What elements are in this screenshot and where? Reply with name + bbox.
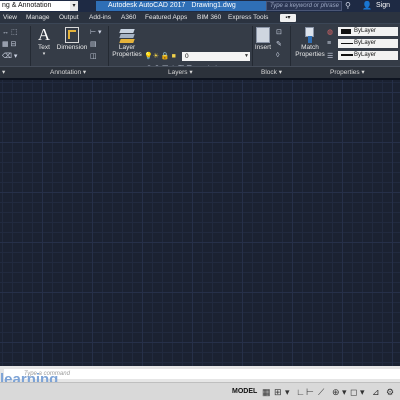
document-name: Drawing1.dwg	[191, 2, 236, 9]
ribbon-panel-titles: ▾ Annotation ▾ Layers ▾ Block ▾ Properti…	[0, 66, 400, 78]
layer-dropdown[interactable]: 0 ▼	[182, 52, 250, 61]
sign-in-link[interactable]: Sign	[376, 1, 400, 11]
dynamic-input-icon[interactable]: ⊢	[306, 386, 314, 398]
linetype-sample	[341, 54, 353, 56]
color-wheel-icon[interactable]: ◍	[327, 28, 333, 36]
polar-dropdown-icon[interactable]: ▾	[342, 386, 347, 398]
array-tool-icon[interactable]: ▦ ⊟	[2, 40, 16, 48]
lineweight-sample	[341, 43, 353, 44]
text-button[interactable]: A Text ▾	[34, 26, 54, 58]
layer-properties-label-1: Layer	[118, 44, 136, 51]
tab-a360[interactable]: A360	[121, 12, 136, 24]
edit-block-icon[interactable]: ✎	[276, 40, 282, 48]
insert-block-icon	[256, 27, 270, 43]
lineweight-icon[interactable]: ≡	[327, 40, 331, 47]
grid-icon[interactable]: ▦	[262, 386, 271, 398]
layer-current-value: 0	[185, 53, 189, 60]
search-input[interactable]: Type a keyword or phrase	[266, 1, 342, 11]
text-icon: A	[37, 25, 51, 44]
leader-icon[interactable]: ⊢ ▾	[90, 28, 102, 36]
title-bar: ng & Annotation ▾ Autodesk AutoCAD 2017 …	[0, 0, 400, 12]
annotation-scale-icon[interactable]: ⊿	[372, 386, 380, 398]
osnap-dropdown-icon[interactable]: ▾	[360, 386, 365, 398]
tab-manage[interactable]: Manage	[26, 12, 50, 24]
workspace-switch-icon[interactable]: ⚙	[386, 386, 394, 398]
search-icon[interactable]: ⚲	[345, 1, 353, 11]
layer-stack-icon	[119, 27, 135, 43]
match-properties-label-2: Properties	[295, 51, 325, 58]
tab-featured-apps[interactable]: Featured Apps	[145, 12, 187, 24]
user-icon[interactable]: 👤	[362, 1, 374, 11]
linetype-value: ByLayer	[354, 52, 377, 58]
color-value: ByLayer	[354, 28, 377, 34]
color-swatch	[341, 29, 351, 34]
ribbon-tab-bar: View Manage Output Add-ins A360 Featured…	[0, 12, 400, 24]
lineweight-dropdown[interactable]: ByLayer	[338, 39, 398, 48]
linetype-dropdown[interactable]: ByLayer	[338, 51, 398, 60]
match-properties-icon	[303, 27, 317, 43]
linetype-icon[interactable]: ☰	[327, 52, 333, 60]
lineweight-value: ByLayer	[354, 40, 377, 46]
dimension-button[interactable]: Dimension	[56, 26, 88, 51]
color-dropdown[interactable]: ByLayer	[338, 27, 398, 36]
tab-add-ins[interactable]: Add-ins	[89, 12, 111, 24]
app-title: Autodesk AutoCAD 2017 Drawing1.dwg	[96, 1, 272, 11]
tab-output[interactable]: Output	[59, 12, 79, 24]
erase-tool-icon[interactable]: ⌫ ▾	[2, 52, 17, 60]
match-properties-button[interactable]: Match Properties	[294, 26, 326, 58]
insert-label: Insert	[254, 44, 272, 51]
drawing-canvas[interactable]	[0, 80, 400, 366]
layer-state-icons[interactable]: 💡☀ 🔒 ■	[144, 52, 176, 61]
layer-dropdown-arrow-icon: ▼	[244, 53, 249, 59]
workspace-dropdown-arrow-icon[interactable]: ▾	[70, 1, 78, 11]
text-label: Text	[38, 44, 50, 51]
dimension-icon	[65, 27, 79, 43]
block-attribute-icon[interactable]: ◊	[276, 52, 279, 59]
insert-button[interactable]: Insert	[254, 26, 272, 51]
layer-properties-button[interactable]: Layer Properties	[112, 26, 142, 58]
layer-properties-label-2: Properties	[112, 51, 142, 58]
isodraft-icon[interactable]: ⟋	[318, 386, 324, 398]
text-dropdown-arrow-icon: ▾	[42, 51, 46, 57]
status-bar: MODEL ▦ ⊞ ▾ ∟ ⊢ ⟋ ⊕ ▾ ◻ ▾ ⊿ ⚙	[0, 382, 400, 400]
app-name: Autodesk AutoCAD 2017	[108, 2, 186, 9]
workspace-label: ng & Annotation	[2, 2, 52, 9]
match-properties-label-1: Match	[301, 44, 319, 51]
modify-tools-icon[interactable]: ↔ ⬚	[2, 28, 18, 36]
osnap-icon[interactable]: ◻	[350, 386, 357, 398]
table-icon[interactable]: ▤	[90, 40, 97, 48]
snap-icon[interactable]: ⊞	[274, 386, 282, 398]
model-space-button[interactable]: MODEL	[232, 386, 257, 398]
create-block-icon[interactable]: ⊡	[276, 28, 282, 36]
tab-bim-360[interactable]: BIM 360	[197, 12, 221, 24]
tab-view[interactable]: View	[3, 12, 17, 24]
markup-icon[interactable]: ◫	[90, 52, 97, 60]
tab-express-tools[interactable]: Express Tools	[228, 12, 268, 24]
workspace-dropdown[interactable]: ng & Annotation	[0, 1, 70, 11]
snap-dropdown-icon[interactable]: ▾	[285, 386, 290, 398]
polar-tracking-icon[interactable]: ⊕	[332, 386, 340, 398]
ortho-icon[interactable]: ∟	[296, 386, 305, 398]
dimension-label: Dimension	[56, 44, 88, 51]
tab-overflow-button[interactable]: ▪▾	[280, 14, 296, 22]
